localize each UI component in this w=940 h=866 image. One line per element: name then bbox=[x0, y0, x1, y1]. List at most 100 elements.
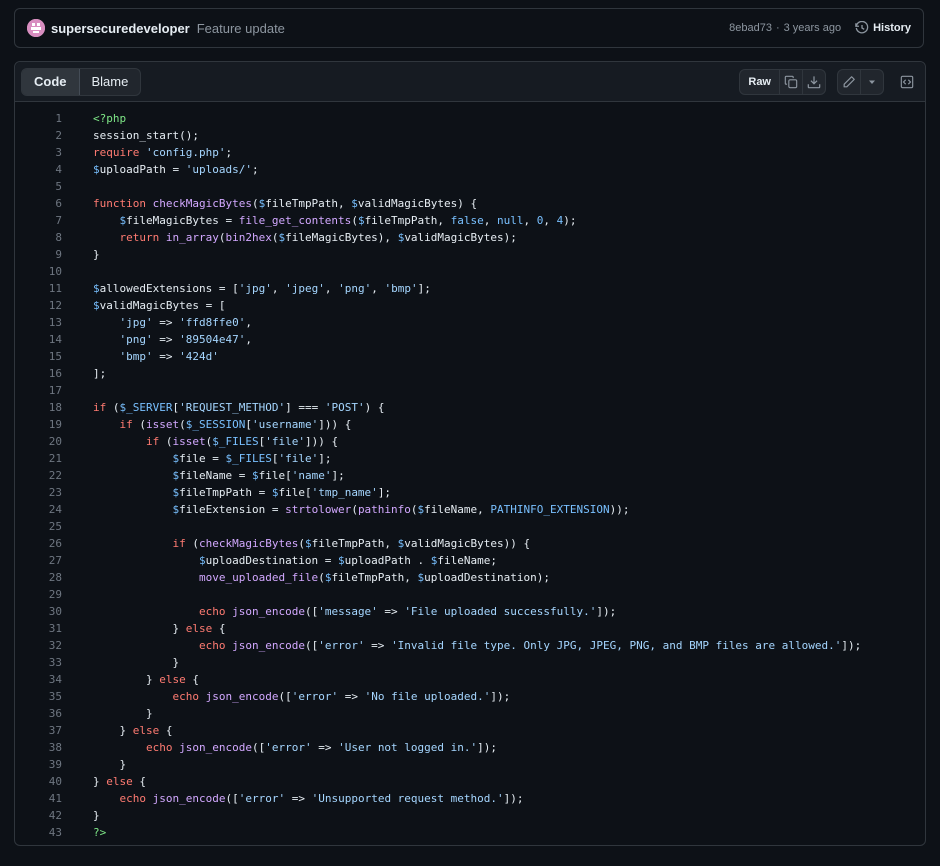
code-token: pathinfo bbox=[357, 503, 411, 516]
line-number[interactable]: 15 bbox=[15, 348, 62, 365]
line-number[interactable]: 8 bbox=[15, 229, 62, 246]
line-number[interactable]: 19 bbox=[15, 416, 62, 433]
line-number[interactable]: 12 bbox=[15, 297, 62, 314]
code-token: fileTmpPath, bbox=[311, 537, 398, 550]
code-line: 40} else { bbox=[15, 773, 925, 790]
commit-author-link[interactable]: supersecuredeveloper bbox=[51, 21, 190, 36]
line-number[interactable]: 14 bbox=[15, 331, 62, 348]
line-number[interactable]: 42 bbox=[15, 807, 62, 824]
line-number[interactable]: 38 bbox=[15, 739, 62, 756]
code-token: ( bbox=[185, 537, 199, 550]
line-number[interactable]: 1 bbox=[15, 110, 62, 127]
line-number[interactable]: 5 bbox=[15, 178, 62, 195]
raw-button[interactable]: Raw bbox=[740, 69, 780, 94]
line-number[interactable]: 11 bbox=[15, 280, 62, 297]
code-token: checkMagicBytes bbox=[198, 537, 299, 550]
code-text: if (isset($_SESSION['username'])) { bbox=[62, 416, 352, 433]
line-number[interactable]: 31 bbox=[15, 620, 62, 637]
code-token: file_get_contents bbox=[238, 214, 352, 227]
line-number[interactable]: 32 bbox=[15, 637, 62, 654]
symbols-panel-button[interactable] bbox=[895, 70, 919, 94]
line-number[interactable]: 29 bbox=[15, 586, 62, 603]
line-number[interactable]: 33 bbox=[15, 654, 62, 671]
code-token: ) { bbox=[364, 401, 385, 414]
code-token: ([ bbox=[278, 690, 292, 703]
code-token: , bbox=[543, 214, 557, 227]
line-number[interactable]: 16 bbox=[15, 365, 62, 382]
line-number[interactable]: 10 bbox=[15, 263, 62, 280]
history-button[interactable]: History bbox=[855, 21, 911, 35]
code-line: 42} bbox=[15, 807, 925, 824]
code-token: => bbox=[364, 639, 392, 652]
code-token: ( bbox=[351, 503, 358, 516]
author-avatar[interactable] bbox=[27, 19, 45, 37]
line-number[interactable]: 37 bbox=[15, 722, 62, 739]
line-number[interactable]: 34 bbox=[15, 671, 62, 688]
code-token: $_SESSION bbox=[185, 418, 246, 431]
line-number[interactable]: 43 bbox=[15, 824, 62, 841]
code-line: 36 } bbox=[15, 705, 925, 722]
commit-message-link[interactable]: Feature update bbox=[197, 21, 285, 36]
line-number[interactable]: 27 bbox=[15, 552, 62, 569]
commit-hash-link[interactable]: 8ebad73 bbox=[729, 22, 772, 34]
code-square-icon bbox=[900, 75, 914, 88]
line-number[interactable]: 28 bbox=[15, 569, 62, 586]
line-number[interactable]: 30 bbox=[15, 603, 62, 620]
code-token: $_FILES bbox=[225, 452, 272, 465]
line-number[interactable]: 13 bbox=[15, 314, 62, 331]
code-text: ]; bbox=[62, 365, 106, 382]
line-number[interactable]: 18 bbox=[15, 399, 62, 416]
line-number[interactable]: 22 bbox=[15, 467, 62, 484]
code-line: 17 bbox=[15, 382, 925, 399]
code-token: ); bbox=[563, 214, 577, 227]
line-number[interactable]: 2 bbox=[15, 127, 62, 144]
line-number[interactable]: 21 bbox=[15, 450, 62, 467]
line-number[interactable]: 17 bbox=[15, 382, 62, 399]
code-token: ( bbox=[159, 435, 173, 448]
line-number[interactable]: 23 bbox=[15, 484, 62, 501]
code-token: } bbox=[93, 656, 180, 669]
code-token: json_encode bbox=[232, 605, 305, 618]
code-token: 'REQUEST_METHOD' bbox=[179, 401, 286, 414]
code-line: 27 $uploadDestination = $uploadPath . $f… bbox=[15, 552, 925, 569]
line-number[interactable]: 3 bbox=[15, 144, 62, 161]
code-text: $fileMagicBytes = file_get_contents($fil… bbox=[62, 212, 577, 229]
code-token: $ bbox=[357, 214, 365, 227]
commit-age: 3 years ago bbox=[783, 22, 842, 34]
code-token: fileExtension = bbox=[179, 503, 286, 516]
line-number[interactable]: 39 bbox=[15, 756, 62, 773]
code-tab[interactable]: Code bbox=[22, 68, 80, 95]
line-number[interactable]: 6 bbox=[15, 195, 62, 212]
line-number[interactable]: 7 bbox=[15, 212, 62, 229]
blame-tab[interactable]: Blame bbox=[80, 69, 141, 95]
code-text: if (checkMagicBytes($fileTmpPath, $valid… bbox=[62, 535, 530, 552]
line-number[interactable]: 35 bbox=[15, 688, 62, 705]
more-edit-options-button[interactable] bbox=[861, 70, 883, 94]
code-token: validMagicBytes) { bbox=[357, 197, 478, 210]
line-number[interactable]: 25 bbox=[15, 518, 62, 535]
code-line: 12 $validMagicBytes = [ bbox=[15, 297, 925, 314]
line-number[interactable]: 4 bbox=[15, 161, 62, 178]
code-line: 8 return in_array(bin2hex($fileMagicByte… bbox=[15, 229, 925, 246]
code-token: } bbox=[93, 758, 127, 771]
code-view[interactable]: 1 <?php 2 session_start(); 3 require 'config.… bbox=[15, 110, 925, 841]
line-number[interactable]: 26 bbox=[15, 535, 62, 552]
copy-raw-button[interactable] bbox=[780, 69, 803, 94]
code-token: ([ bbox=[251, 741, 266, 754]
line-number[interactable]: 40 bbox=[15, 773, 62, 790]
line-number[interactable]: 9 bbox=[15, 246, 62, 263]
download-raw-button[interactable] bbox=[803, 70, 825, 94]
code-text: $file = $_FILES['file']; bbox=[62, 450, 331, 467]
edit-file-button[interactable] bbox=[838, 69, 861, 94]
line-number[interactable]: 36 bbox=[15, 705, 62, 722]
code-text: return in_array(bin2hex($fileMagicBytes)… bbox=[62, 229, 517, 246]
code-line: 34 } else { bbox=[15, 671, 925, 688]
line-number[interactable]: 41 bbox=[15, 790, 62, 807]
code-token: validMagicBytes)) { bbox=[404, 537, 531, 550]
code-token: => bbox=[377, 605, 405, 618]
line-number[interactable]: 20 bbox=[15, 433, 62, 450]
line-number[interactable]: 24 bbox=[15, 501, 62, 518]
code-text: } else { bbox=[62, 722, 172, 739]
